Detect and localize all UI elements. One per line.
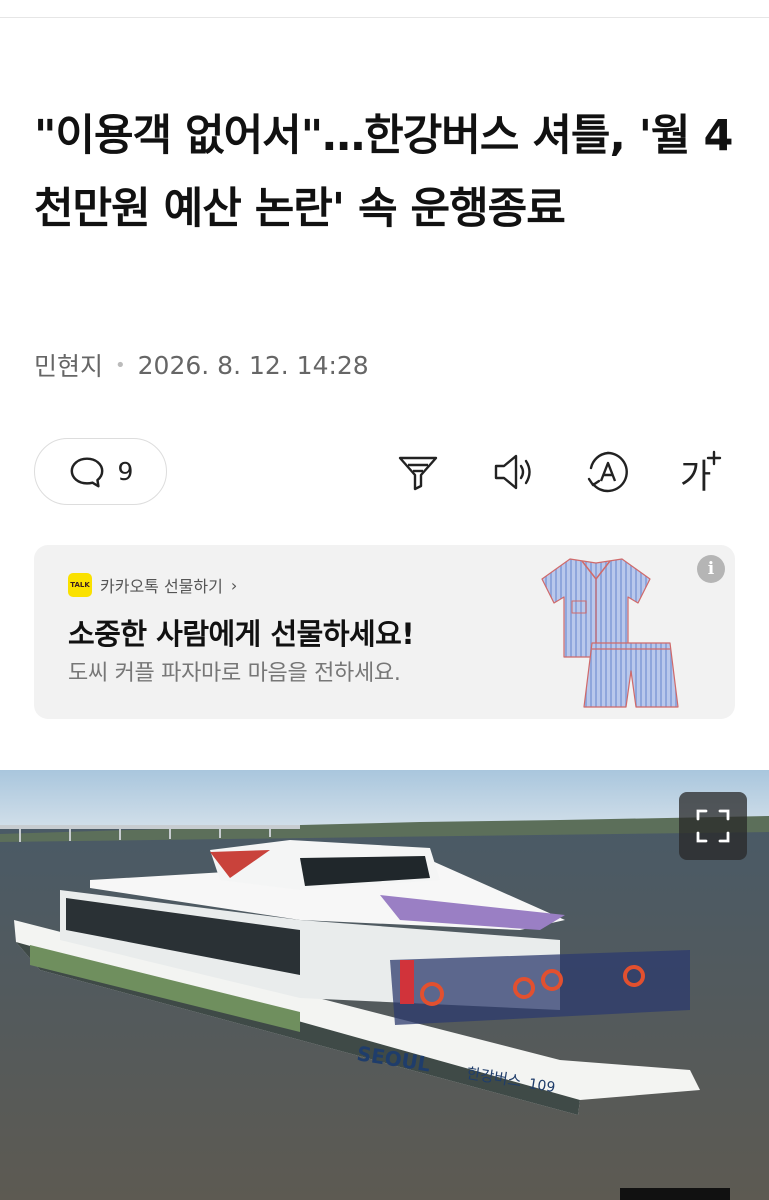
chevron-right-icon: › (230, 575, 238, 595)
summary-funnel-icon (398, 456, 438, 491)
article-meta: 민현지 • 2026. 8. 12. 14:28 (34, 348, 369, 382)
expand-photo-button[interactable] (679, 792, 747, 860)
text-to-speech-button[interactable] (484, 442, 544, 502)
gift-ad-banner[interactable]: TALK 카카오톡 선물하기 › 소중한 사람에게 선물하세요! 도씨 커플 파… (34, 545, 735, 719)
comment-count: 9 (117, 457, 134, 486)
translate-button[interactable] (578, 442, 638, 502)
han-river-bus-photo: SEOUL 한강버스 109 (0, 770, 769, 1200)
ad-brand-link[interactable]: TALK 카카오톡 선물하기 › (68, 573, 237, 597)
ad-title: 소중한 사람에게 선물하세요! (68, 617, 415, 651)
ad-brand-label: 카카오톡 선물하기 (100, 577, 223, 596)
ad-subtitle: 도씨 커플 파자마로 마음을 전하세요. (68, 661, 401, 686)
font-size-glyph: 가 (680, 457, 711, 496)
summary-button[interactable] (388, 442, 448, 502)
author-name[interactable]: 민현지 (34, 347, 103, 383)
translate-icon (587, 451, 628, 493)
top-divider (0, 0, 769, 18)
font-size-icon: 가 (680, 450, 722, 496)
publish-date: 2026. 8. 12. 14:28 (137, 350, 369, 380)
meta-separator: • (115, 354, 126, 376)
pajama-product-image (541, 558, 679, 708)
article-photo[interactable]: SEOUL 한강버스 109 (0, 770, 769, 1200)
fullscreen-icon (696, 809, 730, 843)
font-size-button[interactable]: 가 (670, 442, 730, 502)
ad-info-icon[interactable]: i (697, 555, 725, 583)
kakaotalk-logo-icon: TALK (68, 573, 92, 597)
comment-button[interactable]: 9 (34, 438, 167, 505)
speaker-icon (494, 454, 531, 490)
article-headline: "이용객 없어서"…한강버스 셔틀, '월 4천만원 예산 논란' 속 운행종료 (34, 111, 733, 234)
speech-bubble-icon (70, 456, 103, 487)
